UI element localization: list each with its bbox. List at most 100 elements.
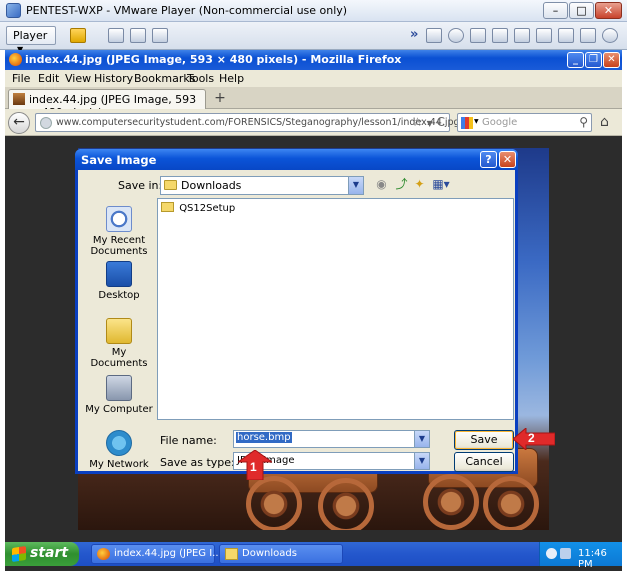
dialog-titlebar[interactable]: Save Image ? ✕	[75, 149, 518, 170]
firefox-icon	[97, 548, 110, 560]
taskbar-item-firefox[interactable]: index.44.jpg (JPEG I...	[91, 544, 222, 564]
vmware-close-button[interactable]: ✕	[595, 2, 622, 19]
recent-documents-icon	[106, 206, 132, 232]
menu-history[interactable]: History	[94, 72, 133, 85]
back-arrow-icon: ←	[13, 114, 25, 130]
start-button[interactable]: start	[5, 542, 79, 566]
menu-help[interactable]: Help	[219, 72, 244, 85]
menu-file[interactable]: File	[12, 72, 30, 85]
new-folder-icon[interactable]: ✦	[412, 177, 427, 192]
firefox-close-button[interactable]: ✕	[603, 52, 620, 68]
search-bar[interactable]: ▼ Google ⚲	[457, 113, 592, 132]
vmware-window-title: PENTEST-WXP - VMware Player (Non-commerc…	[26, 4, 348, 17]
help-button[interactable]: ?	[480, 151, 497, 168]
search-icon[interactable]: ⚲	[579, 115, 588, 129]
pause-icon[interactable]	[70, 28, 86, 43]
cancel-button[interactable]: Cancel	[454, 452, 514, 472]
menu-tools[interactable]: Tools	[187, 72, 214, 85]
folder-name: QS12Setup	[179, 203, 236, 214]
unity-icon[interactable]	[152, 28, 168, 43]
new-tab-button[interactable]: +	[211, 91, 229, 107]
taskbar-item-label: index.44.jpg (JPEG I...	[114, 548, 222, 559]
chevron-down-icon[interactable]: ▼	[414, 431, 429, 447]
place-recent-documents[interactable]: My Recent Documents	[84, 206, 154, 257]
firefox-tabbar: index.44.jpg (JPEG Image, 593 × 480 pixe…	[5, 87, 622, 119]
list-item[interactable]: QS12Setup	[161, 202, 235, 214]
view-menu-icon[interactable]: ▦▾	[430, 177, 452, 192]
vmware-maximize-button[interactable]: □	[569, 2, 594, 19]
save-in-label: Save in:	[118, 179, 163, 192]
back-button[interactable]: ←	[8, 112, 30, 134]
more-devices-icon[interactable]: »	[410, 27, 418, 42]
clock[interactable]: 11:46 PM	[578, 548, 622, 570]
place-label: Desktop	[98, 290, 140, 301]
taskbar-item-downloads[interactable]: Downloads	[219, 544, 343, 564]
horse-wheel	[318, 478, 374, 530]
menu-view[interactable]: View	[65, 72, 91, 85]
desktop-icon	[106, 261, 132, 287]
reload-icon[interactable]: C	[437, 115, 445, 129]
dialog-close-button[interactable]: ✕	[499, 151, 516, 168]
message-icon[interactable]	[580, 28, 596, 43]
fullscreen-icon[interactable]	[130, 28, 146, 43]
vmware-titlebar: PENTEST-WXP - VMware Player (Non-commerc…	[0, 0, 627, 22]
file-name-input[interactable]: horse.bmp ▼	[233, 430, 430, 448]
place-desktop[interactable]: Desktop	[84, 261, 154, 301]
menu-edit[interactable]: Edit	[38, 72, 59, 85]
site-identity-icon[interactable]	[40, 117, 52, 129]
tray-arrow-icon[interactable]	[546, 548, 557, 559]
bluetooth-icon[interactable]	[602, 28, 618, 43]
url-dropdown-icon[interactable]: ▼	[427, 119, 433, 128]
image-favicon-icon	[13, 93, 25, 105]
save-in-value: Downloads	[181, 179, 242, 192]
place-label: My Network	[89, 459, 149, 470]
save-image-dialog: Save Image ? ✕ Save in: Downloads ▼ ◉ ⤴ …	[75, 149, 518, 474]
sound-icon[interactable]	[558, 28, 574, 43]
tab-index-image[interactable]: index.44.jpg (JPEG Image, 593 × 480 pixe…	[8, 89, 206, 119]
place-my-network[interactable]: My Network	[84, 430, 154, 470]
home-icon[interactable]: ⌂	[600, 114, 609, 130]
place-my-documents[interactable]: My Documents	[84, 318, 154, 369]
start-label: start	[30, 545, 69, 561]
back-nav-icon[interactable]: ◉	[374, 177, 389, 192]
place-my-computer[interactable]: My Computer	[84, 375, 154, 415]
vmware-minimize-button[interactable]: –	[543, 2, 568, 19]
send-ctrl-alt-del-icon[interactable]	[108, 28, 124, 43]
url-text: www.computersecuritystudent.com/FORENSIC…	[56, 117, 460, 128]
url-bar[interactable]: www.computersecuritystudent.com/FORENSIC…	[35, 113, 460, 132]
folder-icon	[161, 202, 174, 212]
search-placeholder: Google	[482, 117, 518, 128]
floppy-icon[interactable]	[470, 28, 486, 43]
windows-logo-icon	[12, 546, 26, 562]
save-button[interactable]: Save	[454, 430, 514, 450]
printer-icon[interactable]	[514, 28, 530, 43]
horse-wheel	[483, 476, 539, 530]
firefox-minimize-button[interactable]: _	[567, 52, 584, 68]
usb-icon[interactable]	[536, 28, 552, 43]
chevron-down-icon[interactable]: ▼	[348, 177, 363, 194]
firefox-navbar: ← www.computersecuritystudent.com/FORENS…	[5, 109, 622, 136]
system-tray: 11:46 PM	[539, 542, 622, 570]
cd-dvd-icon[interactable]	[448, 28, 464, 43]
save-in-dropdown[interactable]: Downloads ▼	[160, 176, 364, 195]
annotation-number-1: 1	[250, 460, 257, 474]
my-computer-icon	[106, 375, 132, 401]
network-status-icon[interactable]	[560, 548, 571, 559]
my-network-icon	[106, 430, 132, 456]
firefox-restore-button[interactable]: ❐	[585, 52, 602, 68]
my-documents-icon	[106, 318, 132, 344]
horse-wheel	[423, 474, 479, 530]
google-engine-icon[interactable]	[461, 117, 473, 129]
up-one-level-icon[interactable]: ⤴	[394, 177, 409, 192]
chevron-down-icon[interactable]: ▼	[414, 453, 429, 469]
places-bar: My Recent Documents Desktop My Documents…	[84, 198, 154, 470]
annotation-number-2: 2	[528, 431, 535, 445]
bookmark-star-icon[interactable]: ☆	[412, 115, 423, 129]
firefox-titlebar: index.44.jpg (JPEG Image, 593 × 480 pixe…	[5, 50, 622, 70]
search-engine-dropdown-icon[interactable]: ▼	[474, 118, 479, 125]
network-adapter-icon[interactable]	[492, 28, 508, 43]
folder-icon	[225, 548, 238, 560]
file-list[interactable]: QS12Setup	[157, 198, 514, 420]
hard-disk-icon[interactable]	[426, 28, 442, 43]
player-menu-button[interactable]: Player ▼	[6, 26, 56, 54]
